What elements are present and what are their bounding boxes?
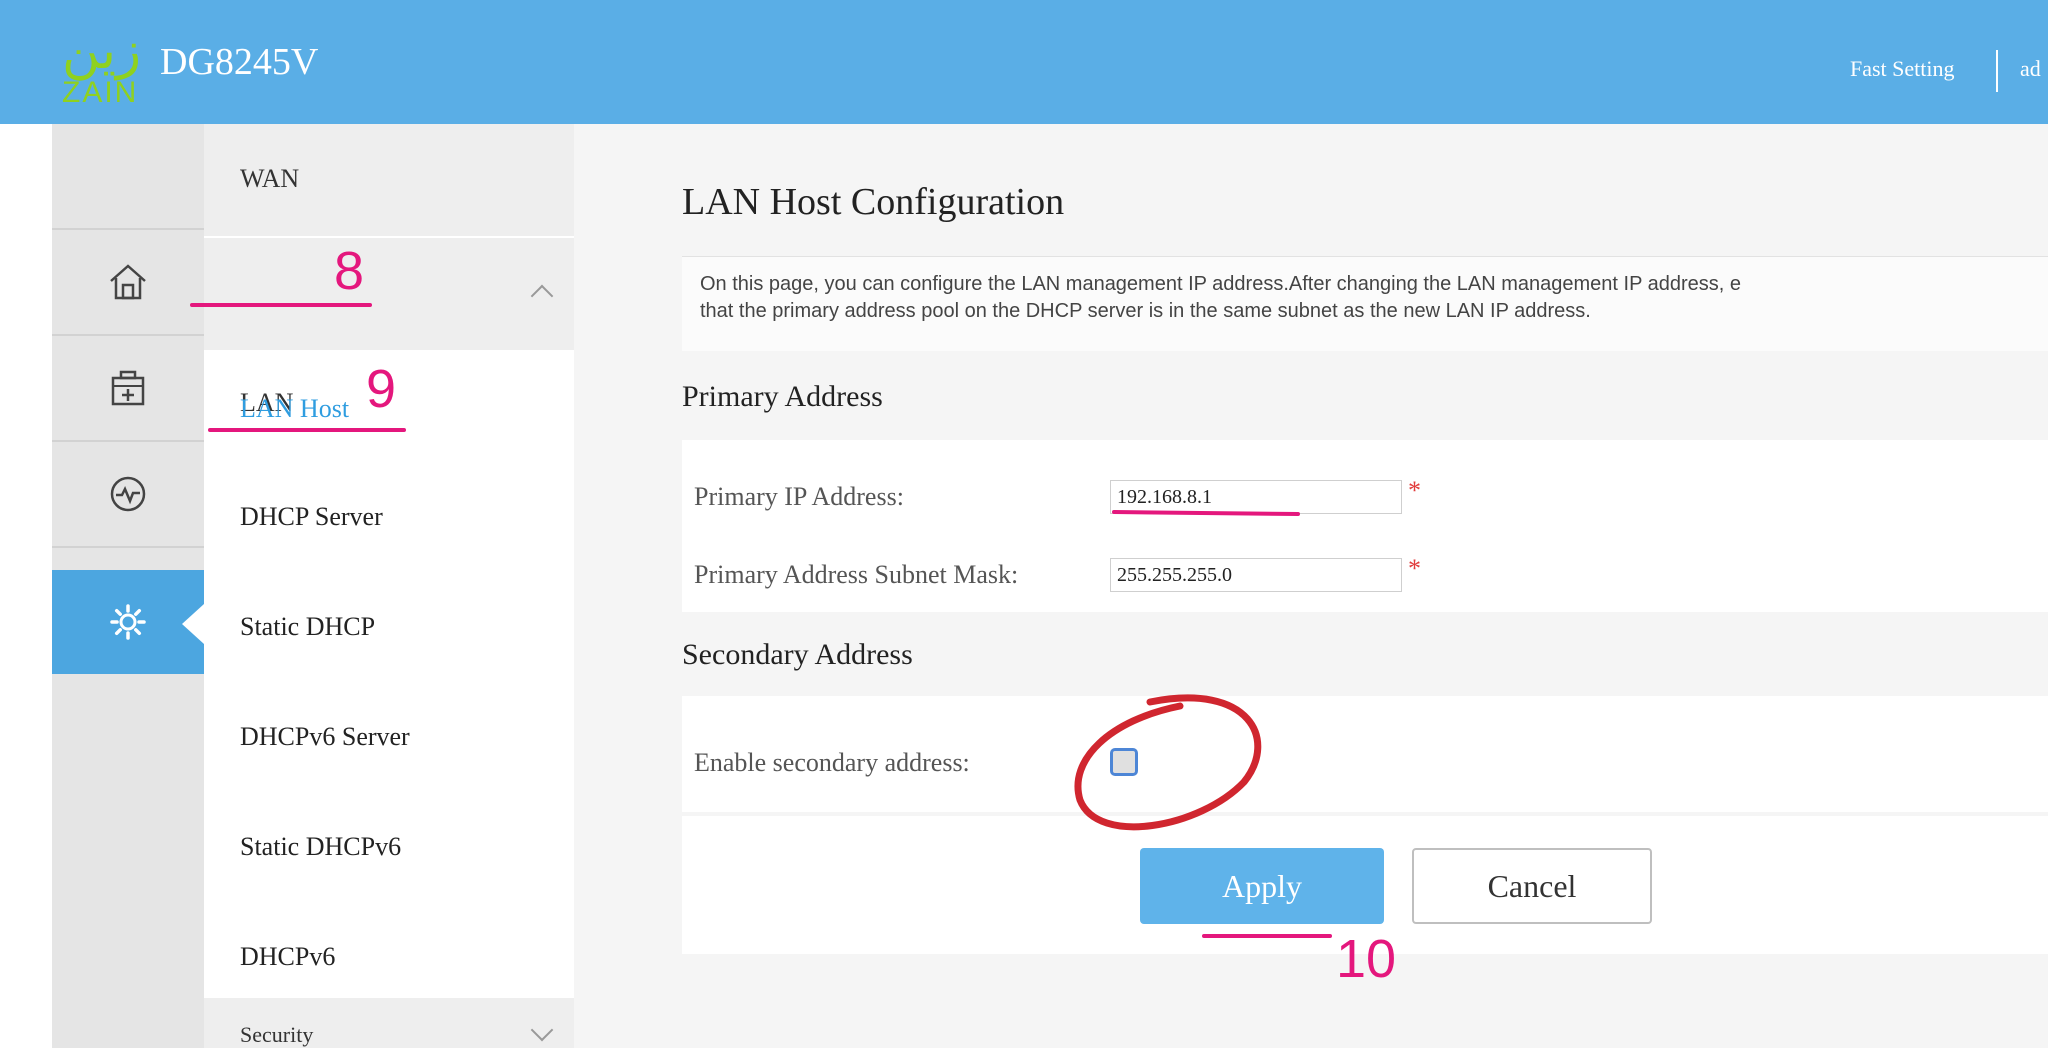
home-icon bbox=[110, 264, 146, 300]
menu-wan[interactable]: WAN bbox=[204, 124, 574, 236]
menu-static-dhcp-label: Static DHCP bbox=[240, 612, 376, 641]
logo-wordmark: ZAIN bbox=[62, 76, 139, 109]
subnet-mask-input[interactable] bbox=[1110, 558, 1402, 592]
primary-address-panel: Primary IP Address: * Primary Address Su… bbox=[682, 440, 2048, 612]
sidebar-item-maintenance[interactable] bbox=[52, 336, 204, 442]
page-title: LAN Host Configuration bbox=[682, 181, 1065, 223]
submenu: WAN LAN LAN Host DHCP Server Static DHCP… bbox=[204, 124, 574, 1048]
subnet-mask-label: Primary Address Subnet Mask: bbox=[694, 560, 1019, 589]
monitor-icon bbox=[110, 476, 146, 512]
active-pointer bbox=[182, 604, 204, 644]
menu-lan-host-label: LAN Host bbox=[240, 394, 350, 423]
menu-dhcpv6-server-label: DHCPv6 Server bbox=[240, 722, 410, 751]
menu-lan[interactable]: LAN bbox=[204, 238, 574, 417]
cancel-button[interactable]: Cancel bbox=[1412, 848, 1652, 924]
required-mark: * bbox=[1408, 476, 1421, 505]
menu-static-dhcpv6-label: Static DHCPv6 bbox=[240, 832, 402, 861]
menu-wan-label: WAN bbox=[240, 164, 300, 193]
secondary-address-title: Secondary Address bbox=[682, 638, 913, 671]
menu-dhcpv6-server[interactable]: DHCPv6 Server bbox=[204, 682, 574, 792]
secondary-address-panel: Enable secondary address: bbox=[682, 696, 2048, 812]
device-model: DG8245V bbox=[160, 41, 319, 83]
svg-text:زين: زين bbox=[62, 21, 141, 81]
primary-address-title: Primary Address bbox=[682, 380, 883, 413]
enable-secondary-label: Enable secondary address: bbox=[694, 748, 970, 777]
enable-secondary-checkbox[interactable] bbox=[1110, 748, 1138, 776]
user-menu[interactable]: ad bbox=[2020, 56, 2041, 82]
apply-button[interactable]: Apply bbox=[1140, 848, 1384, 924]
fast-setting-link[interactable]: Fast Setting bbox=[1850, 56, 1955, 82]
chevron-down-icon bbox=[530, 1018, 554, 1042]
menu-static-dhcp[interactable]: Static DHCP bbox=[204, 572, 574, 682]
primary-ip-label: Primary IP Address: bbox=[694, 482, 904, 511]
menu-dhcp-server[interactable]: DHCP Server bbox=[204, 462, 574, 572]
required-mark: * bbox=[1408, 554, 1421, 583]
icon-sidebar bbox=[52, 124, 204, 1048]
annotation-step-8: 8 bbox=[334, 241, 365, 301]
menu-dhcpv6[interactable]: DHCPv6 bbox=[204, 902, 574, 1012]
medkit-icon bbox=[111, 370, 145, 406]
description-line-2: that the primary address pool on the DHC… bbox=[700, 300, 1591, 322]
chevron-up-icon bbox=[530, 284, 554, 308]
menu-security[interactable]: Security bbox=[204, 998, 574, 1048]
gear-icon bbox=[110, 604, 146, 640]
sidebar-item-monitor[interactable] bbox=[52, 442, 204, 548]
description-text: On this page, you can configure the LAN … bbox=[700, 271, 2048, 325]
annotation-step-10: 10 bbox=[1336, 929, 1397, 989]
menu-security-label: Security bbox=[240, 1022, 314, 1047]
menu-dhcp-server-label: DHCP Server bbox=[240, 502, 383, 531]
description-box: On this page, you can configure the LAN … bbox=[682, 256, 2048, 351]
primary-ip-input[interactable] bbox=[1110, 480, 1402, 514]
annotation-step-9: 9 bbox=[366, 359, 397, 419]
header-divider bbox=[1996, 50, 1998, 92]
sidebar-item-home[interactable] bbox=[52, 230, 204, 336]
menu-dhcpv6-label: DHCPv6 bbox=[240, 942, 336, 971]
menu-static-dhcpv6[interactable]: Static DHCPv6 bbox=[204, 792, 574, 902]
sidebar-item-settings[interactable] bbox=[52, 570, 204, 674]
sidebar-blank bbox=[52, 124, 204, 230]
description-line-1: On this page, you can configure the LAN … bbox=[700, 273, 1742, 295]
top-header: زين ZAIN DG8245V Fast Setting ad bbox=[0, 0, 2048, 124]
